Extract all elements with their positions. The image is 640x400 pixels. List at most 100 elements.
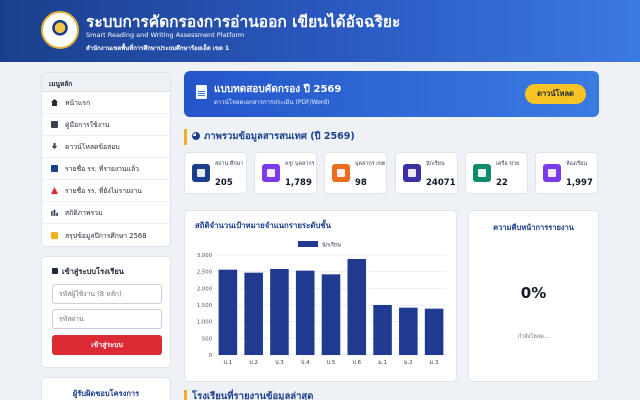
stat-card-networks: เครือ ข่าย 22 (465, 152, 528, 194)
stat-value: 1,997 (566, 178, 593, 188)
stat-value: 22 (496, 178, 508, 188)
network-icon (473, 164, 491, 182)
report-progress-card: ความคืบหน้าการรายงาน 0% กำลังโหลด... (468, 210, 599, 382)
stat-value: 1,789 (285, 178, 312, 188)
x-tick-label: ม.1 (378, 360, 387, 366)
book-icon (51, 121, 58, 128)
stat-value: 98 (355, 178, 367, 188)
teacher-icon (262, 164, 280, 182)
stat-card-schools: สถาน ศึกษา 205 (184, 152, 247, 194)
y-tick-label: 2,000 (197, 286, 213, 292)
stat-card-teachers: ครู/ บุคลากร 1,789 (254, 152, 317, 194)
x-tick-label: ป.6 (352, 359, 361, 366)
stat-label: นักเรียน (426, 161, 445, 167)
main-menu: เมนูหลัก หน้าแรก คู่มือการใช้งาน ดาวน์โห… (41, 72, 171, 247)
banner-title: แบบทดสอบคัดกรอง ปี 2569 (214, 84, 342, 95)
sidebar-item-download[interactable]: ดาวน์โหลดข้อสอบ (42, 136, 170, 158)
summary-icon (51, 231, 58, 239)
x-tick-label: ม.3 (430, 360, 439, 366)
sidebar-item-reported[interactable]: รายชื่อ รร. ที่รายงานแล้ว (42, 158, 170, 180)
school-login-panel: เข้าสู่ระบบโรงเรียน เข้าสู่ระบบ (41, 256, 171, 368)
login-button[interactable]: เข้าสู่ระบบ (52, 335, 162, 355)
x-tick-label: ม.2 (404, 360, 413, 366)
stats-icon (51, 209, 58, 216)
sidebar-item-summary[interactable]: สรุปข้อมูลปีการศึกษา 2568 (42, 224, 170, 246)
lock-icon (52, 268, 58, 274)
progress-status: กำลังโหลด... (517, 334, 550, 340)
x-tick-label: ป.4 (301, 359, 310, 366)
school-code-input[interactable] (52, 284, 162, 304)
responsible-panel: ผู้รับผิดชอบโครงการ (41, 377, 171, 400)
progress-title: ความคืบหน้าการรายงาน (493, 223, 574, 232)
overview-title-text: ภาพรวมข้อมูลสารสนเทศ (ปี 2569) (204, 131, 355, 142)
bar (424, 308, 444, 355)
sidebar-item-label: ดาวน์โหลดข้อสอบ (65, 143, 120, 151)
student-icon (403, 164, 421, 182)
bar (373, 305, 392, 355)
overview-title: ภาพรวมข้อมูลสารสนเทศ (ปี 2569) (184, 129, 355, 145)
stat-card-classrooms: ห้องเรียน 1,997 (535, 152, 598, 194)
org-name: สำนักงานเขตพื้นที่การศึกษาประถมศึกษาร้อย… (86, 45, 230, 52)
y-tick-label: 2,500 (197, 270, 213, 276)
sidebar-item-label: หน้าแรก (65, 99, 91, 107)
download-button[interactable]: ดาวน์โหลด (525, 84, 586, 104)
y-tick-label: 1,000 (197, 320, 213, 326)
seal-logo (41, 11, 79, 49)
bar-chart: 0 500 1,000 1,500 2,000 2,500 3,000 นักเรียนป.1… (197, 241, 447, 366)
y-tick-label: 500 (202, 336, 213, 342)
stat-label: สถาน ศึกษา (215, 161, 244, 167)
stat-label: ครู/ บุคลากร (285, 161, 315, 167)
y-tick-label: 1,500 (197, 303, 213, 309)
bar (399, 307, 418, 355)
x-tick-label: ป.5 (327, 359, 336, 366)
sidebar-item-label: รายชื่อ รร. ที่ยังไม่รายงาน (65, 187, 142, 195)
legend-label: นักเรียน (322, 242, 341, 249)
sidebar-item-stats[interactable]: สถิติภาพรวม (42, 202, 170, 224)
responsible-title: ผู้รับผิดชอบโครงการ (72, 389, 140, 398)
sidebar-item-label: สถิติภาพรวม (65, 209, 103, 217)
classroom-icon (543, 164, 561, 182)
warning-icon (51, 187, 58, 194)
stat-card-students: นักเรียน 24071 (395, 152, 458, 194)
login-title: เข้าสู่ระบบโรงเรียน (52, 266, 124, 278)
login-title-text: เข้าสู่ระบบโรงเรียน (62, 267, 124, 276)
bar (270, 269, 289, 355)
stat-value: 205 (215, 178, 233, 188)
x-tick-label: ป.3 (275, 359, 284, 366)
banner-subtitle: ดาวน์โหลดเอกสารการประเมิน (PDF/Word) (214, 99, 330, 106)
bar (218, 269, 238, 355)
check-list-icon (51, 165, 58, 172)
x-tick-label: ป.2 (249, 359, 258, 366)
bar (347, 259, 367, 355)
password-input[interactable] (52, 309, 162, 329)
x-tick-label: ป.1 (224, 359, 233, 366)
sidebar-item-manual[interactable]: คู่มือการใช้งาน (42, 114, 170, 136)
download-icon (51, 143, 58, 149)
stat-label: ห้องเรียน (566, 161, 588, 167)
stat-label: เครือ ข่าย (496, 161, 520, 167)
app-subtitle: Smart Reading and Writing Assessment Pla… (86, 31, 245, 39)
sidebar-item-not-reported[interactable]: รายชื่อ รร. ที่ยังไม่รายงาน (42, 180, 170, 202)
staff-icon (332, 164, 350, 182)
sidebar-item-home[interactable]: หน้าแรก (42, 92, 170, 114)
bar (321, 274, 341, 355)
bar (295, 270, 315, 355)
y-tick-label: 0 (209, 353, 213, 359)
sidebar-item-label: สรุปข้อมูลปีการศึกษา 2568 (65, 231, 147, 240)
school-icon (192, 164, 210, 182)
document-icon (196, 85, 207, 99)
home-icon (51, 99, 58, 106)
y-tick-label: 3,000 (197, 253, 213, 259)
sidebar-item-label: คู่มือการใช้งาน (65, 121, 110, 129)
stat-value: 24071 (426, 178, 456, 188)
pie-chart-icon (192, 132, 200, 140)
sidebar-item-label: รายชื่อ รร. ที่รายงานแล้ว (65, 165, 140, 173)
menu-title: เมนูหลัก (42, 73, 170, 92)
latest-reports-title: โรงเรียนที่รายงานข้อมูลล่าสุด (184, 390, 313, 400)
grade-target-chart-card: สถิติจำนวนเป้าหมายจำแนกรายระดับชั้น 0 500… (184, 210, 457, 382)
legend-swatch (298, 241, 318, 247)
app-header: ระบบการคัดกรองการอ่านออก เขียนได้อัจฉริย… (0, 0, 640, 62)
progress-value: 0% (520, 284, 547, 302)
test-download-banner: แบบทดสอบคัดกรอง ปี 2569 ดาวน์โหลดเอกสารก… (184, 71, 599, 117)
stat-card-staff: บุคลากร เขต 98 (324, 152, 387, 194)
